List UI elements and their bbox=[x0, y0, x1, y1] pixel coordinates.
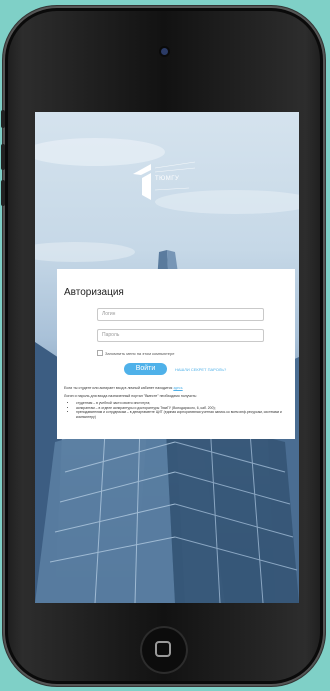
login-card: Авторизация Логин Пароль Запомнить меня … bbox=[57, 269, 295, 439]
actions-row: Войти НАШЛИ СЕКРЕТ ПАРОЛЬ? bbox=[124, 363, 288, 375]
phone-frame: ТЮМГУ Авторизация Логин Пароль Запомнить… bbox=[1, 6, 325, 686]
list-item: преподавателям и сотрудникам – в департа… bbox=[76, 410, 288, 419]
front-camera-icon bbox=[161, 48, 168, 55]
page-title: Авторизация bbox=[64, 287, 124, 298]
login-input[interactable]: Логин bbox=[97, 308, 264, 321]
login-button[interactable]: Войти bbox=[124, 363, 167, 375]
remember-label: Запомнить меня на этом компьютере bbox=[105, 350, 175, 356]
volume-up-button bbox=[1, 144, 5, 170]
forgot-password-link[interactable]: НАШЛИ СЕКРЕТ ПАРОЛЬ? bbox=[175, 367, 226, 372]
screen: ТЮМГУ Авторизация Логин Пароль Запомнить… bbox=[35, 112, 299, 603]
home-square-icon bbox=[155, 641, 171, 657]
home-button[interactable] bbox=[140, 626, 188, 674]
remember-checkbox[interactable] bbox=[97, 350, 103, 356]
info-list: студентам – в учебной части своего инсти… bbox=[76, 401, 288, 419]
password-input[interactable]: Пароль bbox=[97, 329, 264, 342]
volume-down-button bbox=[1, 180, 5, 206]
student-note-text: Если ты студент или аспирант вход в личн… bbox=[64, 386, 173, 390]
student-login-link[interactable]: здесь bbox=[173, 386, 182, 390]
info-text: Логин и пароль для входа назначенный пор… bbox=[64, 394, 197, 398]
student-note: Если ты студент или аспирант вход в личн… bbox=[64, 386, 288, 391]
logo-text: ТЮМГУ bbox=[155, 176, 180, 182]
remember-me[interactable]: Запомнить меня на этом компьютере bbox=[97, 350, 288, 356]
university-logo bbox=[133, 161, 196, 200]
silent-switch bbox=[1, 110, 5, 128]
